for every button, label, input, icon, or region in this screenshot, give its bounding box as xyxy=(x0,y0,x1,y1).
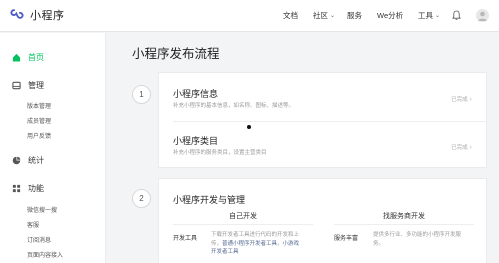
rich-services-desc-text: 提供多行业、多功能的小程序开发服 xyxy=(373,232,462,238)
sidebar: 首页 管理 版本管理 成员管理 用户反馈 统计 功能 微信搜一搜 客服 订阅消息… xyxy=(0,33,106,263)
nav-docs-label: 文档 xyxy=(283,11,298,20)
sidebar-item-stats-label: 统计 xyxy=(28,156,44,165)
column-divider xyxy=(173,224,313,225)
rich-services-description: 提供多行业、多功能的小程序开发服 务。 xyxy=(373,231,483,248)
sidebar-item-manage-label: 管理 xyxy=(28,81,44,90)
pie-chart-icon xyxy=(12,156,21,165)
chevron-down-icon: ⌄ xyxy=(330,13,336,19)
sidebar-item-stats[interactable]: 统计 xyxy=(12,155,44,166)
user-avatar[interactable] xyxy=(476,9,489,22)
mouse-cursor xyxy=(247,125,251,129)
row-mini-program-info[interactable]: 小程序信息 补充小程序的基本信息，如名称、图标、描述等。 已完成 › xyxy=(159,73,486,119)
top-navigation-bar: 小程序 文档 社区 ⌄ 服务 We分析 工具 ⌄ xyxy=(0,0,499,32)
sidebar-subitem-search[interactable]: 微信搜一搜 xyxy=(27,205,57,214)
dev-tools-description: 下载开发者工具进行代码的开发和上 传，普通小程序开发者工具，小游戏 开发者工具 xyxy=(211,231,321,257)
grid-icon xyxy=(12,184,21,193)
sidebar-subitem-feedback[interactable]: 用户反馈 xyxy=(27,131,51,140)
dev-tools-desc-text: 下载开发者工具进行代码的开发和上 xyxy=(211,232,300,238)
step1-card: 小程序信息 补充小程序的基本信息，如名称、图标、描述等。 已完成 › 小程序类目… xyxy=(158,72,487,168)
sidebar-item-features-label: 功能 xyxy=(28,184,44,193)
chevron-right-icon: › xyxy=(469,95,472,103)
nav-tools-label: 工具 xyxy=(418,11,433,20)
nav-services-label: 服务 xyxy=(347,11,362,20)
sidebar-subitem-version[interactable]: 版本管理 xyxy=(27,101,51,110)
nav-tools[interactable]: 工具 ⌄ xyxy=(418,10,440,21)
sidebar-subitem-members[interactable]: 成员管理 xyxy=(27,116,51,125)
logo-text: 小程序 xyxy=(30,10,65,22)
dev-tools-label: 开发工具 xyxy=(173,236,198,242)
normal-devtool-link[interactable]: 普通小程序开发者工具 xyxy=(222,241,277,247)
dev-tools-desc-text: 传， xyxy=(211,240,223,247)
status-badge: 已完成 › xyxy=(451,95,472,104)
row-mini-program-category[interactable]: 小程序类目 补充小程序的服务类目，设置主营类目 已完成 › xyxy=(159,122,486,168)
sidebar-item-features[interactable]: 功能 xyxy=(12,183,44,194)
sidebar-item-manage[interactable]: 管理 xyxy=(12,80,44,91)
home-icon xyxy=(12,53,21,62)
step2-card: 小程序开发与管理 自己开发 开发工具 下载开发者工具进行代码的开发和上 传，普通… xyxy=(158,178,487,263)
mini-program-logo-icon xyxy=(10,9,24,19)
status-text: 已完成 xyxy=(451,145,468,151)
column-title-vendor-develop: 找服务商开发 xyxy=(383,213,425,220)
row-title: 小程序类目 xyxy=(173,136,219,146)
manage-icon xyxy=(12,81,21,90)
step-number-2: 2 xyxy=(132,189,151,208)
user-icon xyxy=(478,11,487,21)
sidebar-subitem-page-content[interactable]: 页面内容接入 xyxy=(27,250,63,259)
row-description: 补充小程序的服务类目，设置主营类目 xyxy=(173,150,267,156)
sidebar-subitem-subscription[interactable]: 订阅消息 xyxy=(27,235,51,244)
main-content: 小程序发布流程 1 小程序信息 补充小程序的基本信息，如名称、图标、描述等。 已… xyxy=(107,33,499,263)
chevron-right-icon: › xyxy=(469,143,472,151)
row-description: 补充小程序的基本信息，如名称、图标、描述等。 xyxy=(173,103,295,109)
nav-community-label: 社区 xyxy=(313,11,328,20)
minigame-devtool-link[interactable]: 小游戏 xyxy=(283,241,300,247)
status-badge: 已完成 › xyxy=(451,143,472,152)
rich-services-desc-text: 务。 xyxy=(373,240,385,247)
nav-we-analytics-label: We分析 xyxy=(377,11,404,20)
minigame-devtool-link[interactable]: 开发者工具 xyxy=(211,249,239,255)
chevron-down-icon: ⌄ xyxy=(435,13,441,19)
nav-we-analytics[interactable]: We分析 xyxy=(377,10,403,21)
nav-community[interactable]: 社区 ⌄ xyxy=(313,10,335,21)
nav-docs[interactable]: 文档 xyxy=(283,10,298,21)
step-number-1: 1 xyxy=(132,85,151,104)
column-divider xyxy=(334,224,474,225)
page-title: 小程序发布流程 xyxy=(132,47,220,61)
nav-services[interactable]: 服务 xyxy=(347,10,362,21)
row-title: 小程序信息 xyxy=(173,89,219,99)
bell-icon[interactable] xyxy=(452,10,461,21)
rich-services-label: 服务丰富 xyxy=(334,236,359,242)
sidebar-item-home-label: 首页 xyxy=(28,53,44,62)
logo[interactable]: 小程序 xyxy=(10,7,65,23)
sidebar-item-home[interactable]: 首页 xyxy=(12,52,44,63)
section-title: 小程序开发与管理 xyxy=(173,195,246,205)
column-title-self-develop: 自己开发 xyxy=(229,213,257,220)
sidebar-subitem-customer-service[interactable]: 客服 xyxy=(27,220,39,229)
status-text: 已完成 xyxy=(451,97,468,103)
